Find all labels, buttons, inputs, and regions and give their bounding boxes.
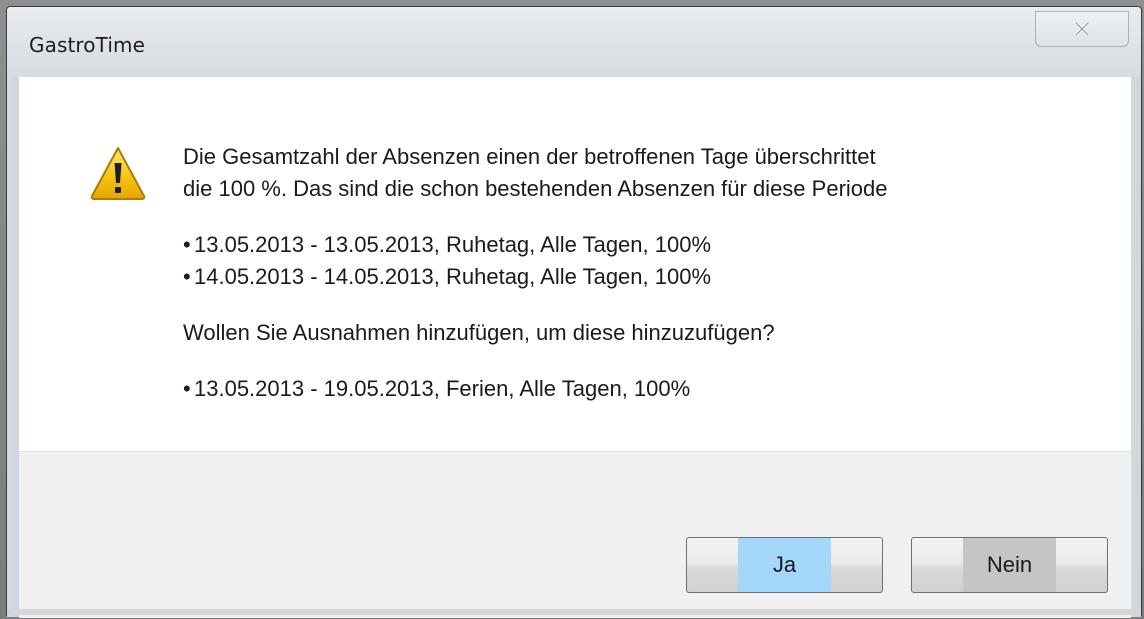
window-frame-left — [7, 77, 19, 617]
message-question: Wollen Sie Ausnahmen hinzufügen, um dies… — [183, 320, 775, 345]
message-intro-line-1: Die Gesamtzahl der Absenzen einen der be… — [183, 144, 876, 169]
existing-absence-item: 14.05.2013 - 14.05.2013, Ruhetag, Alle T… — [183, 261, 887, 293]
close-button[interactable] — [1035, 11, 1129, 47]
no-button-label: Nein — [963, 538, 1056, 592]
yes-button-label: Ja — [738, 538, 831, 592]
screen: GastroTime Die Gesamtzahl der Absenzen e… — [0, 0, 1144, 619]
new-absence-item: 13.05.2013 - 19.05.2013, Ferien, Alle Ta… — [183, 373, 887, 405]
message-dialog: GastroTime Die Gesamtzahl der Absenzen e… — [6, 6, 1142, 618]
message-intro-line-2: die 100 %. Das sind die schon bestehende… — [183, 176, 888, 201]
close-icon — [1074, 22, 1090, 36]
window-title: GastroTime — [29, 33, 145, 57]
existing-absence-item: 13.05.2013 - 13.05.2013, Ruhetag, Alle T… — [183, 229, 887, 261]
yes-button[interactable]: Ja — [686, 537, 883, 593]
button-bar: Ja Nein — [19, 451, 1131, 618]
warning-icon — [89, 145, 147, 201]
message-text: Die Gesamtzahl der Absenzen einen der be… — [183, 141, 887, 405]
message-area: Die Gesamtzahl der Absenzen einen der be… — [19, 77, 1131, 451]
window-frame-bottom — [7, 609, 1141, 615]
title-bar[interactable]: GastroTime — [7, 7, 1141, 77]
no-button[interactable]: Nein — [911, 537, 1108, 593]
